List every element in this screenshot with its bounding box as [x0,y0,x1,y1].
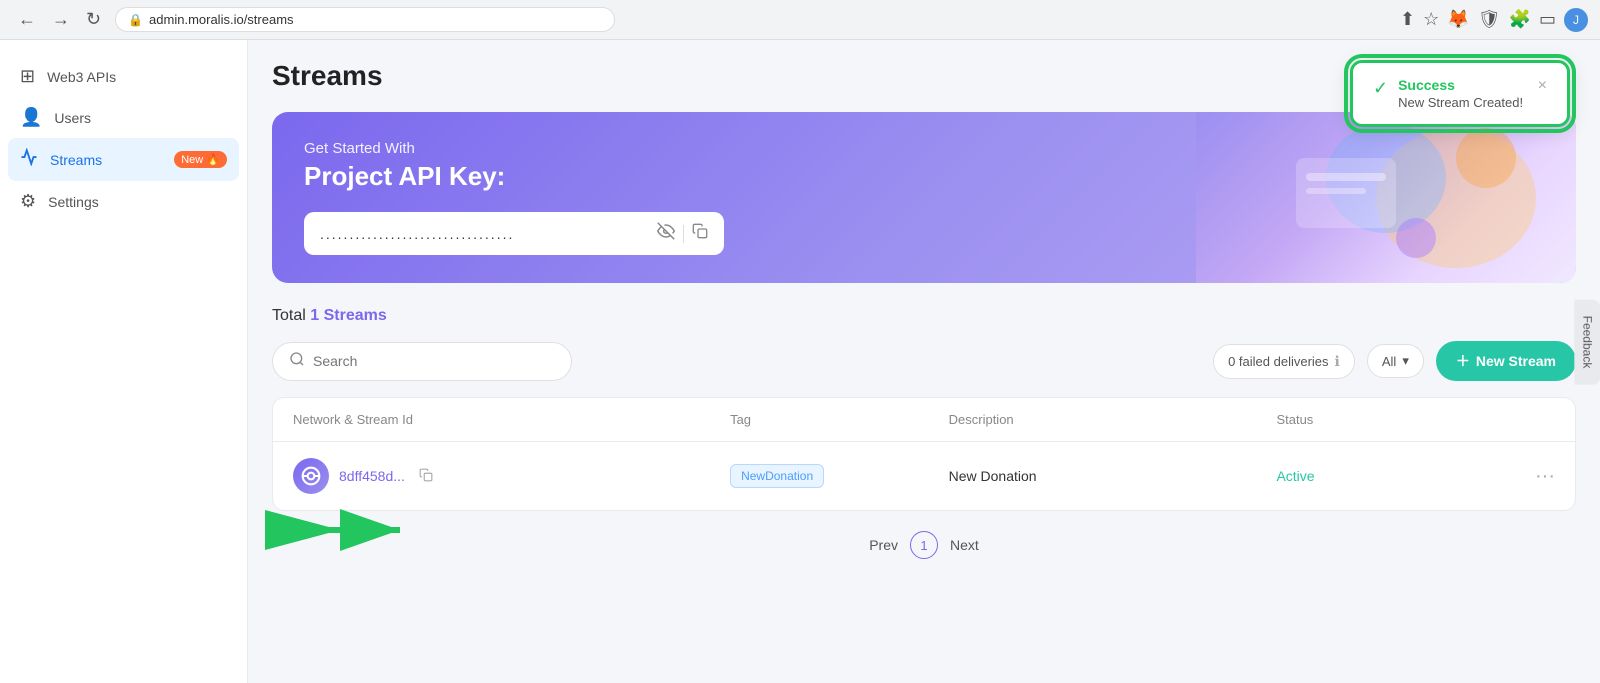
url-text: admin.moralis.io/streams [149,12,294,27]
col-actions [1495,412,1555,427]
filter-dropdown[interactable]: All ▾ [1367,344,1424,378]
col-tag: Tag [730,412,949,427]
grid-icon: ⊞ [20,66,35,87]
success-toast: ✓ Success New Stream Created! × [1350,60,1570,127]
status-active-text: Active [1276,468,1314,484]
sidebar-item-web3-apis[interactable]: ⊞ Web3 APIs [0,56,247,97]
toast-title: Success [1398,77,1523,93]
stream-id-cell: 8dff458d... [293,458,730,494]
search-icon [289,351,305,372]
feedback-label: Feedback [1581,315,1595,368]
streams-table: Network & Stream Id Tag Description Stat… [272,397,1576,511]
tag-badge: NewDonation [730,464,824,488]
col-description: Description [949,412,1277,427]
filter-label: All [1382,354,1396,369]
chevron-down-icon: ▾ [1402,353,1409,369]
col-status: Status [1276,412,1495,427]
copy-icon[interactable] [692,223,708,244]
browser-actions: ⬆ ☆ 🦊 🛡 🧩 ▭ J [1400,8,1588,32]
stream-status: Active [1276,468,1495,484]
streams-new-badge: New 🔥 [174,151,227,168]
new-stream-button[interactable]: ＋ New Stream [1436,341,1576,381]
sidebar-label-web3-apis: Web3 APIs [47,69,116,85]
search-box[interactable] [272,342,572,381]
stream-id-text: 8dff458d... [339,468,405,484]
api-key-input-wrapper [304,212,724,255]
share-icon[interactable]: ⬆ [1400,9,1415,30]
prev-page-link[interactable]: Prev [869,537,898,553]
search-input[interactable] [313,353,555,369]
extension-icon-1[interactable]: 🦊 [1447,9,1469,30]
api-key-icons [657,222,708,245]
failed-count: 0 failed deliveries [1228,354,1328,369]
sidebar-item-users[interactable]: 👤 Users [0,97,247,138]
feedback-tab[interactable]: Feedback [1575,299,1600,384]
next-page-link[interactable]: Next [950,537,979,553]
api-banner-label: Get Started With [304,140,1544,157]
success-check-icon: ✓ [1373,78,1388,99]
toast-content: Success New Stream Created! [1398,77,1523,110]
refresh-button[interactable]: ↻ [80,7,107,32]
stream-icon [293,458,329,494]
bookmark-icon[interactable]: ☆ [1423,9,1439,30]
stream-tag-cell: NewDonation [730,464,949,488]
browser-chrome: ← → ↻ 🔒 admin.moralis.io/streams ⬆ ☆ 🦊 🛡… [0,0,1600,40]
back-button[interactable]: ← [12,7,42,32]
total-label: Total [272,307,306,324]
new-stream-label: New Stream [1476,353,1556,369]
failed-deliveries: 0 failed deliveries ℹ [1213,344,1355,379]
forward-button[interactable]: → [46,7,76,32]
address-bar: 🔒 admin.moralis.io/streams [115,7,615,32]
sidebar: ⊞ Web3 APIs 👤 Users Streams New 🔥 ⚙ Sett… [0,40,248,683]
api-banner: Get Started With Project API Key: [272,112,1576,283]
stream-description: New Donation [949,468,1277,484]
sidebar-item-settings[interactable]: ⚙ Settings [0,181,247,222]
table-header: Network & Stream Id Tag Description Stat… [273,398,1575,442]
window-icon[interactable]: ▭ [1539,9,1556,30]
browser-nav[interactable]: ← → ↻ [12,7,107,32]
table-row[interactable]: 8dff458d... NewDonation New Donation Act… [273,442,1575,510]
plus-icon: ＋ [1456,351,1470,371]
info-icon[interactable]: ℹ [1335,353,1340,370]
total-section: Total 1 Streams [272,307,1576,325]
hide-icon[interactable] [657,222,675,245]
extension-icon-2[interactable]: 🛡 [1478,9,1501,30]
controls-row: 0 failed deliveries ℹ All ▾ ＋ New Stream [272,341,1576,381]
lock-icon: 🔒 [128,13,143,27]
settings-icon: ⚙ [20,191,36,212]
page-number-1[interactable]: 1 [910,531,938,559]
sidebar-label-users: Users [54,110,91,126]
streams-icon [20,148,38,171]
total-count: 1 Streams [310,307,387,324]
user-icon: 👤 [20,107,42,128]
extension-icon-3[interactable]: 🧩 [1509,9,1531,30]
more-options-button[interactable]: ··· [1495,465,1555,488]
toast-message: New Stream Created! [1398,95,1523,110]
toast-close-button[interactable]: × [1538,77,1547,95]
api-banner-title: Project API Key: [304,161,1544,192]
pagination: Prev 1 Next [272,511,1576,579]
sidebar-item-streams[interactable]: Streams New 🔥 [8,138,239,181]
divider [683,225,684,243]
api-key-input[interactable] [320,226,657,242]
sidebar-label-settings: Settings [48,194,99,210]
stream-copy-icon[interactable] [419,468,433,485]
api-banner-content: Get Started With Project API Key: [304,140,1544,255]
main-content: Streams Get Started With Project API Key… [248,40,1600,683]
col-network: Network & Stream Id [293,412,730,427]
sidebar-label-streams: Streams [50,152,102,168]
avatar[interactable]: J [1564,8,1588,32]
